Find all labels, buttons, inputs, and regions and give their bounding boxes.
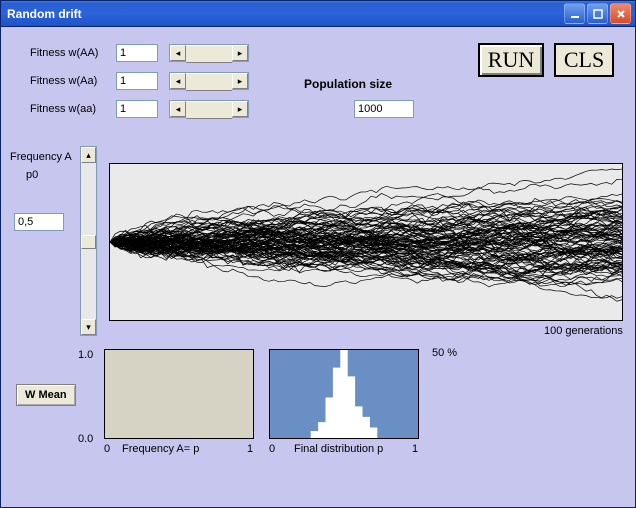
fitness-waa-label: Fitness w(aa) — [30, 103, 96, 115]
chevron-down-icon[interactable]: ▾ — [81, 319, 96, 335]
run-button[interactable]: RUN — [478, 43, 544, 77]
stepper-right-icon[interactable]: ▸ — [232, 73, 248, 89]
final-dist-bars — [270, 350, 418, 438]
stepper-left-icon[interactable]: ◂ — [170, 101, 186, 117]
window-title: Random drift — [7, 7, 564, 21]
right-plot-xright: 1 — [412, 443, 418, 455]
fitness-wAa-stepper[interactable]: ◂ ▸ — [169, 72, 249, 90]
cls-button[interactable]: CLS — [554, 43, 614, 77]
fitness-waa-stepper[interactable]: ◂ ▸ — [169, 100, 249, 118]
wmean-button[interactable]: W Mean — [16, 384, 76, 406]
titlebar: Random drift — [1, 1, 635, 27]
fitness-wAa-label: Fitness w(Aa) — [30, 75, 97, 87]
frequencyA-p0-input[interactable] — [14, 213, 64, 231]
fitness-wAA-label: Fitness w(AA) — [30, 47, 98, 59]
app-window: Random drift RUN CLS Fitness w(AA) ◂ ▸ F… — [0, 0, 636, 508]
drift-plot — [109, 163, 623, 321]
wmean-plot — [104, 349, 254, 439]
frequencyA-slider[interactable]: ▴ ▾ — [80, 146, 97, 336]
fitness-wAa-input[interactable] — [116, 72, 158, 90]
fitness-wAA-stepper[interactable]: ◂ ▸ — [169, 44, 249, 62]
left-plot-xright: 1 — [247, 443, 253, 455]
right-plot-xleft: 0 — [269, 443, 275, 455]
stepper-right-icon[interactable]: ▸ — [232, 45, 248, 61]
final-dist-plot — [269, 349, 419, 439]
right-plot-caption: Final distribution p — [294, 443, 383, 455]
stepper-track[interactable] — [186, 101, 232, 119]
population-size-label: Population size — [304, 77, 392, 91]
chevron-up-icon[interactable]: ▴ — [81, 147, 96, 163]
fitness-wAA-input[interactable] — [116, 44, 158, 62]
left-plot-xleft: 0 — [104, 443, 110, 455]
frequencyA-label-1: Frequency A — [10, 151, 72, 163]
drift-lines — [110, 164, 622, 320]
left-plot-ybot: 0.0 — [78, 433, 93, 445]
window-controls — [564, 3, 631, 24]
stepper-right-icon[interactable]: ▸ — [232, 101, 248, 117]
stepper-left-icon[interactable]: ◂ — [170, 73, 186, 89]
stepper-track[interactable] — [186, 73, 232, 91]
maximize-button[interactable] — [587, 3, 608, 24]
stepper-left-icon[interactable]: ◂ — [170, 45, 186, 61]
client-area: RUN CLS Fitness w(AA) ◂ ▸ Fitness w(Aa) … — [4, 27, 632, 504]
close-button[interactable] — [610, 3, 631, 24]
drift-plot-caption: 100 generations — [544, 325, 623, 337]
population-size-input[interactable] — [354, 100, 414, 118]
frequencyA-label-2: p0 — [26, 169, 38, 181]
left-plot-ytop: 1.0 — [78, 349, 93, 361]
stepper-track[interactable] — [186, 45, 232, 63]
slider-thumb[interactable] — [81, 235, 96, 249]
right-plot-side-percent: 50 % — [432, 347, 457, 359]
fitness-waa-input[interactable] — [116, 100, 158, 118]
minimize-button[interactable] — [564, 3, 585, 24]
slider-track[interactable] — [81, 163, 96, 319]
left-plot-caption: Frequency A= p — [122, 443, 199, 455]
